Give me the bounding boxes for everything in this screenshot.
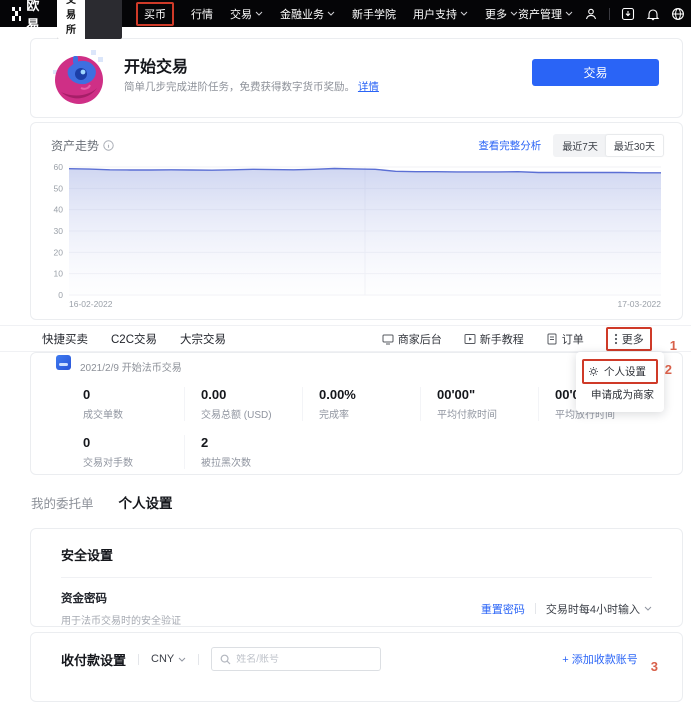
x-start-label: 16-02-2022: [69, 299, 113, 309]
range-toggle: 最近7天 最近30天: [553, 134, 664, 157]
beginner-tutorial-link[interactable]: 新手教程: [464, 331, 524, 347]
download-app-icon[interactable]: [621, 7, 635, 21]
main-nav: 买币 行情 交易 金融业务 新手学院 用户支持 更多: [136, 2, 518, 26]
okx-logo[interactable]: 欧易: [12, 0, 45, 33]
chevron-down-icon: [255, 11, 263, 16]
asset-trend-chart-svg: 60 50 40 30 20 10 0 16-02-2022 17-03-2022: [45, 157, 669, 309]
divider: [609, 8, 610, 20]
stat-blocked-count: 2 被拉黑次数: [184, 435, 319, 469]
menu-item-apply-merchant[interactable]: 申请成为商家: [582, 384, 658, 405]
tutorial-play-icon: [464, 333, 476, 345]
account-search-input[interactable]: [236, 654, 356, 665]
y-tick-label: 60: [54, 162, 64, 172]
annotation-step-3: 3: [651, 659, 658, 674]
gear-icon: [588, 366, 599, 377]
range-7d-button[interactable]: 最近7天: [554, 135, 606, 156]
merchant-dashboard-icon: [382, 333, 394, 345]
asset-trend-chart: 60 50 40 30 20 10 0 16-02-2022 17-03-2022: [45, 157, 669, 314]
chevron-down-icon: [510, 11, 518, 16]
y-tick-label: 30: [54, 226, 64, 236]
payment-settings-card: 收付款设置 CNY + 添加收款账号 3: [30, 632, 683, 702]
orders-document-icon: [546, 333, 558, 345]
annotation-step-2: 2: [665, 362, 672, 377]
annotation-step-1: 1: [670, 338, 677, 353]
divider: [535, 603, 536, 614]
stat-total-volume: 0.00 交易总额 (USD): [184, 387, 319, 421]
chart-title: 资产走势: [51, 137, 114, 154]
chevron-down-icon: [178, 657, 186, 662]
details-link[interactable]: 详情: [358, 81, 379, 93]
okx-logo-icon: [12, 7, 21, 21]
y-tick-label: 0: [58, 290, 63, 300]
notifications-bell-icon[interactable]: [646, 7, 660, 21]
nav-item-academy[interactable]: 新手学院: [352, 6, 396, 22]
asset-management-menu[interactable]: 资产管理: [518, 6, 573, 22]
menu-item-personal-settings[interactable]: 个人设置: [582, 359, 658, 384]
fund-password-desc: 用于法币交易时的安全验证: [61, 612, 181, 627]
mode-toggle: 交易所 MetaX: [57, 0, 122, 39]
full-analysis-link[interactable]: 查看完整分析: [478, 138, 541, 153]
more-dropdown-menu: 个人设置 2 申请成为商家: [576, 352, 664, 412]
divider: [198, 654, 199, 665]
y-tick-label: 50: [54, 183, 64, 193]
account-search-box: [211, 647, 381, 671]
search-icon: [220, 654, 231, 665]
area-fill: [69, 169, 661, 296]
tab-express-buy-sell[interactable]: 快捷买卖: [42, 331, 88, 347]
top-navbar: 欧易 交易所 MetaX 买币 行情 交易 金融业务 新手学院 用户支持 更多 …: [0, 0, 691, 27]
brand-name: 欧易: [26, 0, 45, 33]
chevron-down-icon: [327, 11, 335, 16]
reset-password-link[interactable]: 重置密码: [481, 601, 525, 617]
hero-subtitle: 简单几步完成进阶任务，免费获得数字货币奖励。 详情: [124, 79, 379, 94]
y-tick-label: 10: [54, 269, 64, 279]
tab-block-trading[interactable]: 大宗交易: [180, 331, 226, 347]
y-tick-label: 40: [54, 205, 64, 215]
divider: [138, 654, 139, 665]
more-dots-icon: [614, 333, 618, 345]
more-actions-button[interactable]: 更多: [606, 327, 652, 351]
nav-item-more[interactable]: 更多: [485, 6, 518, 22]
fund-password-title: 资金密码: [61, 590, 181, 606]
nav-item-markets[interactable]: 行情: [191, 6, 213, 22]
chevron-down-icon: [460, 11, 468, 16]
tab-c2c-trading[interactable]: C2C交易: [111, 331, 157, 347]
merchant-dashboard-link[interactable]: 商家后台: [382, 331, 442, 347]
tab-my-orders[interactable]: 我的委托单: [31, 493, 94, 512]
stat-avg-payment-time: 00'00" 平均付款时间: [420, 387, 555, 421]
info-icon[interactable]: [103, 140, 114, 151]
security-settings-card: 安全设置 资金密码 用于法币交易时的安全验证 重置密码 交易时每4小时输入: [30, 528, 683, 627]
security-settings-title: 安全设置: [31, 529, 682, 564]
currency-select[interactable]: CNY: [151, 653, 186, 665]
nav-item-support[interactable]: 用户支持: [413, 6, 468, 22]
password-frequency-select[interactable]: 交易时每4小时输入: [546, 601, 652, 617]
range-30d-button[interactable]: 最近30天: [606, 135, 663, 156]
toggle-metax[interactable]: MetaX: [85, 0, 122, 39]
fiat-trading-since: 2021/2/9 开始法币交易: [80, 359, 182, 374]
payment-settings-title: 收付款设置: [61, 650, 126, 669]
x-end-label: 17-03-2022: [618, 299, 662, 309]
section-tabs: 我的委托单 个人设置: [31, 492, 173, 512]
nav-item-buy-crypto[interactable]: 买币: [136, 2, 174, 26]
trading-tabs-bar: 快捷买卖 C2C交易 大宗交易 商家后台 新手教程 订单 更多 1: [0, 325, 691, 352]
asset-trend-card: 资产走势 查看完整分析 最近7天 最近30天 60 50 40 30 20 10 0 16-0…: [30, 122, 683, 320]
page-title: 开始交易: [124, 53, 188, 77]
tab-personal-settings[interactable]: 个人设置: [119, 492, 173, 512]
chevron-down-icon: [644, 606, 652, 611]
toggle-exchange[interactable]: 交易所: [57, 0, 85, 39]
nav-item-trade[interactable]: 交易: [230, 6, 263, 22]
nav-item-finance[interactable]: 金融业务: [280, 6, 335, 22]
stat-completion-rate: 0.00% 完成率: [302, 387, 437, 421]
mascot-illustration: [51, 48, 111, 108]
trade-button[interactable]: 交易: [532, 59, 659, 86]
add-payment-account-button[interactable]: + 添加收款账号: [554, 647, 645, 671]
merchant-avatar: [56, 355, 71, 370]
y-tick-label: 20: [54, 247, 64, 257]
start-trading-card: 开始交易 简单几步完成进阶任务，免费获得数字货币奖励。 详情 交易: [30, 38, 683, 118]
orders-link[interactable]: 订单: [546, 331, 584, 347]
chevron-down-icon: [565, 11, 573, 16]
profile-icon[interactable]: [584, 7, 598, 21]
language-globe-icon[interactable]: [671, 7, 685, 21]
